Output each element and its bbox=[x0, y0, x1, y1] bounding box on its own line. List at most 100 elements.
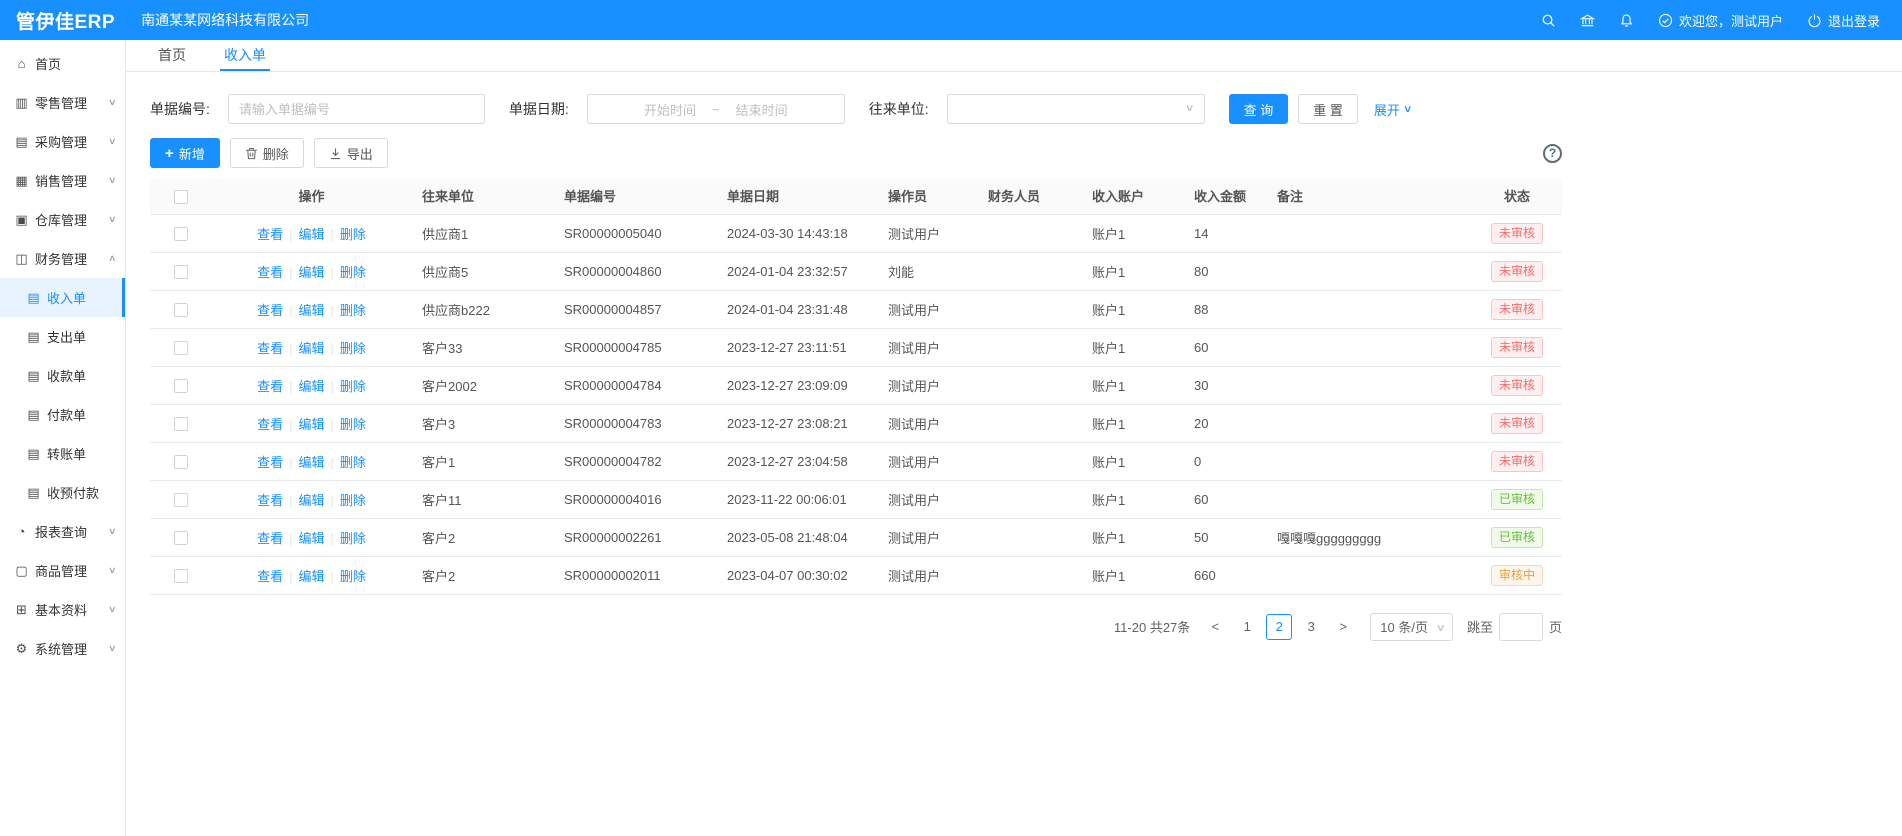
column-header: 备注 bbox=[1267, 178, 1472, 214]
home-site-icon[interactable] bbox=[1580, 13, 1595, 28]
edit-link[interactable]: 编辑 bbox=[298, 265, 324, 280]
edit-link[interactable]: 编辑 bbox=[298, 417, 324, 432]
delete-link[interactable]: 删除 bbox=[340, 303, 366, 318]
row-checkbox[interactable] bbox=[174, 531, 188, 545]
expand-link[interactable]: 展开 ∨ bbox=[1374, 100, 1411, 119]
row-checkbox[interactable] bbox=[174, 455, 188, 469]
page-1-button[interactable]: 1 bbox=[1234, 614, 1260, 640]
select-all-checkbox[interactable] bbox=[174, 190, 188, 204]
search-icon[interactable] bbox=[1541, 13, 1556, 28]
sidebar-item-label: 收款单 bbox=[47, 366, 86, 385]
view-link[interactable]: 查看 bbox=[257, 379, 283, 394]
sidebar-item-expense-bill[interactable]: ▤支出单 bbox=[0, 317, 125, 356]
sidebar-item-home[interactable]: ⌂首页 bbox=[0, 44, 125, 83]
sidebar-item-payment-bill[interactable]: ▤付款单 bbox=[0, 395, 125, 434]
row-checkbox[interactable] bbox=[174, 341, 188, 355]
jump-page-input[interactable] bbox=[1499, 613, 1543, 641]
edit-link[interactable]: 编辑 bbox=[298, 379, 324, 394]
sidebar-item-sales[interactable]: ▦销售管理∨ bbox=[0, 161, 125, 200]
logout-button[interactable]: 退出登录 bbox=[1807, 11, 1880, 30]
delete-link[interactable]: 删除 bbox=[340, 417, 366, 432]
partner-cell: 客户2 bbox=[412, 518, 554, 556]
edit-link[interactable]: 编辑 bbox=[298, 531, 324, 546]
sidebar-item-purchase[interactable]: ▤采购管理∨ bbox=[0, 122, 125, 161]
edit-link[interactable]: 编辑 bbox=[298, 493, 324, 508]
sidebar-item-goods[interactable]: ▢商品管理∨ bbox=[0, 551, 125, 590]
sidebar-item-retail[interactable]: ▥零售管理∨ bbox=[0, 83, 125, 122]
delete-link[interactable]: 删除 bbox=[340, 569, 366, 584]
search-button[interactable]: 查 询 bbox=[1229, 94, 1289, 124]
edit-link[interactable]: 编辑 bbox=[298, 569, 324, 584]
row-checkbox[interactable] bbox=[174, 379, 188, 393]
tab-income-bill[interactable]: 收入单 bbox=[220, 40, 270, 71]
sidebar-item-transfer-bill[interactable]: ▤转账单 bbox=[0, 434, 125, 473]
row-checkbox[interactable] bbox=[174, 417, 188, 431]
view-link[interactable]: 查看 bbox=[257, 455, 283, 470]
edit-link[interactable]: 编辑 bbox=[298, 227, 324, 242]
reset-button[interactable]: 重 置 bbox=[1298, 94, 1358, 124]
sidebar-item-system[interactable]: ⚙系统管理∨ bbox=[0, 629, 125, 668]
finance-staff-cell bbox=[978, 518, 1082, 556]
row-checkbox[interactable] bbox=[174, 265, 188, 279]
row-checkbox[interactable] bbox=[174, 569, 188, 583]
tab-home[interactable]: 首页 bbox=[154, 40, 190, 71]
export-button[interactable]: 导出 bbox=[314, 138, 388, 168]
view-link[interactable]: 查看 bbox=[257, 227, 283, 242]
page-2-button[interactable]: 2 bbox=[1266, 614, 1292, 640]
delete-link[interactable]: 删除 bbox=[340, 265, 366, 280]
row-checkbox[interactable] bbox=[174, 303, 188, 317]
sidebar-item-receipt-bill[interactable]: ▤收款单 bbox=[0, 356, 125, 395]
status-badge: 未审核 bbox=[1491, 413, 1543, 434]
edit-link[interactable]: 编辑 bbox=[298, 455, 324, 470]
action-separator: | bbox=[289, 379, 292, 394]
view-link[interactable]: 查看 bbox=[257, 265, 283, 280]
operator-cell: 测试用户 bbox=[878, 442, 978, 480]
welcome-user[interactable]: 欢迎您，测试用户 bbox=[1658, 11, 1783, 30]
delete-link[interactable]: 删除 bbox=[340, 531, 366, 546]
next-page-button[interactable]: > bbox=[1330, 614, 1356, 640]
retail-icon: ▥ bbox=[13, 95, 30, 111]
date-range-picker[interactable]: 开始时间 ~ 结束时间 bbox=[587, 94, 845, 124]
sidebar-item-basic[interactable]: ⊞基本资料∨ bbox=[0, 590, 125, 629]
help-icon[interactable]: ? bbox=[1543, 144, 1562, 163]
sidebar-item-report[interactable]: ◔报表查询∨ bbox=[0, 512, 125, 551]
delete-link[interactable]: 删除 bbox=[340, 379, 366, 394]
delete-button[interactable]: 删除 bbox=[230, 138, 304, 168]
delete-link[interactable]: 删除 bbox=[340, 455, 366, 470]
warehouse-icon: ▣ bbox=[13, 212, 30, 228]
remark-cell bbox=[1267, 328, 1472, 366]
bill-date-label: 单据日期: bbox=[509, 99, 569, 119]
delete-link[interactable]: 删除 bbox=[340, 227, 366, 242]
add-button[interactable]: + 新增 bbox=[150, 138, 220, 168]
notification-bell-icon[interactable] bbox=[1619, 13, 1634, 28]
sidebar-item-label: 转账单 bbox=[47, 444, 86, 463]
sidebar-item-finance[interactable]: ◫财务管理∧ bbox=[0, 239, 125, 278]
view-link[interactable]: 查看 bbox=[257, 531, 283, 546]
view-link[interactable]: 查看 bbox=[257, 341, 283, 356]
sidebar-item-income-bill[interactable]: ▤收入单 bbox=[0, 278, 125, 317]
edit-link[interactable]: 编辑 bbox=[298, 303, 324, 318]
edit-link[interactable]: 编辑 bbox=[298, 341, 324, 356]
prev-page-button[interactable]: < bbox=[1202, 614, 1228, 640]
view-link[interactable]: 查看 bbox=[257, 493, 283, 508]
partner-cell: 供应商1 bbox=[412, 214, 554, 252]
view-link[interactable]: 查看 bbox=[257, 303, 283, 318]
page-3-button[interactable]: 3 bbox=[1298, 614, 1324, 640]
purchase-icon: ▤ bbox=[13, 134, 30, 150]
delete-link[interactable]: 删除 bbox=[340, 493, 366, 508]
status-cell: 未审核 bbox=[1472, 404, 1562, 442]
bill-no-input[interactable] bbox=[228, 94, 485, 124]
row-checkbox[interactable] bbox=[174, 493, 188, 507]
view-link[interactable]: 查看 bbox=[257, 417, 283, 432]
page-size-select[interactable]: 10 条/页 ∨ bbox=[1370, 613, 1453, 641]
logout-icon bbox=[1807, 13, 1822, 28]
sidebar-item-label: 采购管理 bbox=[35, 132, 87, 151]
row-checkbox[interactable] bbox=[174, 227, 188, 241]
finance-staff-cell bbox=[978, 404, 1082, 442]
sidebar-item-advance-bill[interactable]: ▤收预付款 bbox=[0, 473, 125, 512]
status-cell: 已审核 bbox=[1472, 480, 1562, 518]
view-link[interactable]: 查看 bbox=[257, 569, 283, 584]
delete-link[interactable]: 删除 bbox=[340, 341, 366, 356]
sidebar-item-warehouse[interactable]: ▣仓库管理∨ bbox=[0, 200, 125, 239]
partner-select[interactable]: ∨ bbox=[947, 94, 1205, 124]
